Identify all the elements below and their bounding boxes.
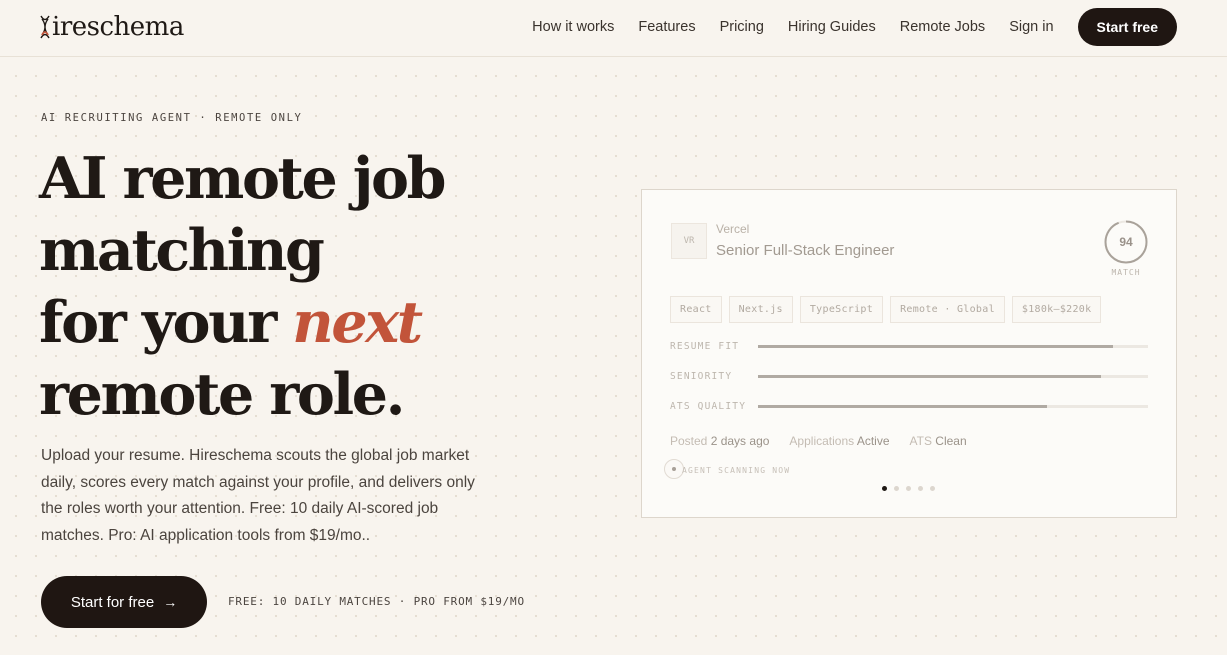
nav-link-hiring-guides[interactable]: Hiring Guides <box>788 19 876 35</box>
agent-status: AGENT SCANNING NOW <box>682 466 791 475</box>
carousel-dots <box>882 486 942 491</box>
job-tags: React Next.js TypeScript Remote · Global… <box>670 296 1108 323</box>
nav-link-remote-jobs[interactable]: Remote Jobs <box>900 19 985 35</box>
metric-fill-ats-quality <box>758 405 1047 408</box>
headline-accent: next <box>292 289 423 356</box>
tag-typescript: TypeScript <box>799 296 884 323</box>
pricing-note: FREE: 10 DAILY MATCHES · PRO FROM $19/MO <box>228 595 525 608</box>
company-name: Vercel <box>716 222 750 236</box>
job-match-card: VR Vercel Senior Full-Stack Engineer 94 … <box>641 189 1177 518</box>
tag-nextjs: Next.js <box>728 296 793 323</box>
headline-line-4: remote role. <box>39 361 405 428</box>
headline-line-2: matching <box>39 217 325 284</box>
carousel-dot[interactable] <box>882 486 887 491</box>
hourglass-logo-icon <box>40 15 50 39</box>
brand-name: ireschema <box>52 12 184 42</box>
tag-remote-global: Remote · Global <box>890 296 1005 323</box>
headline-line-3: for your <box>39 289 293 356</box>
headline-line-1: AI remote job <box>39 145 447 212</box>
start-for-free-label: Start for free <box>70 593 155 611</box>
metric-fill-seniority <box>758 375 1102 378</box>
hero-description: Upload your resume. Hireschema scouts th… <box>41 447 475 544</box>
nav-link-sign-in[interactable]: Sign in <box>1009 19 1053 35</box>
match-score: 94 <box>1119 235 1133 249</box>
meta-applications-label: Applications <box>789 434 855 448</box>
metric-label-ats-quality: ATS QUALITY <box>670 401 747 412</box>
meta-posted-label: Posted <box>670 434 708 448</box>
metric-label-seniority: SENIORITY <box>670 371 733 382</box>
meta-ats: ATS Clean <box>910 434 967 448</box>
tag-react: React <box>670 296 722 323</box>
carousel-dot[interactable] <box>918 486 923 491</box>
job-meta: Posted 2 days ago Applications Active AT… <box>670 434 987 448</box>
top-nav: ireschema How it works Features Pricing … <box>0 0 1227 57</box>
nav-link-features[interactable]: Features <box>638 19 695 35</box>
metric-fill-resume-fit <box>758 345 1113 348</box>
metric-bar-ats-quality <box>758 405 1148 408</box>
match-score-label: MATCH <box>1111 268 1141 277</box>
meta-applications-value: Active <box>856 434 890 448</box>
meta-posted: Posted 2 days ago <box>670 434 769 448</box>
meta-posted-value: 2 days ago <box>710 434 770 448</box>
start-for-free-button[interactable]: Start for free → <box>41 576 207 628</box>
job-title: Senior Full-Stack Engineer <box>716 242 895 259</box>
carousel-dot[interactable] <box>894 486 899 491</box>
hero-eyebrow: AI RECRUITING AGENT · REMOTE ONLY <box>41 112 303 124</box>
carousel-dot[interactable] <box>930 486 935 491</box>
metric-bar-seniority <box>758 375 1148 378</box>
meta-applications: Applications Active <box>789 434 889 448</box>
nav-links: How it works Features Pricing Hiring Gui… <box>508 8 1177 46</box>
meta-ats-label: ATS <box>909 434 932 448</box>
tag-salary: $180k–$220k <box>1011 296 1102 323</box>
carousel-dot[interactable] <box>906 486 911 491</box>
nav-link-pricing[interactable]: Pricing <box>720 19 764 35</box>
metric-bar-resume-fit <box>758 345 1148 348</box>
brand-logo[interactable]: ireschema <box>39 12 184 42</box>
agent-status-icon <box>664 459 684 479</box>
arrow-right-icon: → <box>163 594 178 610</box>
hero-headline: AI remote job matching for your next rem… <box>39 143 599 431</box>
meta-ats-value: Clean <box>935 434 967 448</box>
start-free-button[interactable]: Start free <box>1077 8 1177 46</box>
company-logo: VR <box>671 223 707 259</box>
nav-link-how-it-works[interactable]: How it works <box>532 19 614 35</box>
metric-label-resume-fit: RESUME FIT <box>670 341 740 352</box>
